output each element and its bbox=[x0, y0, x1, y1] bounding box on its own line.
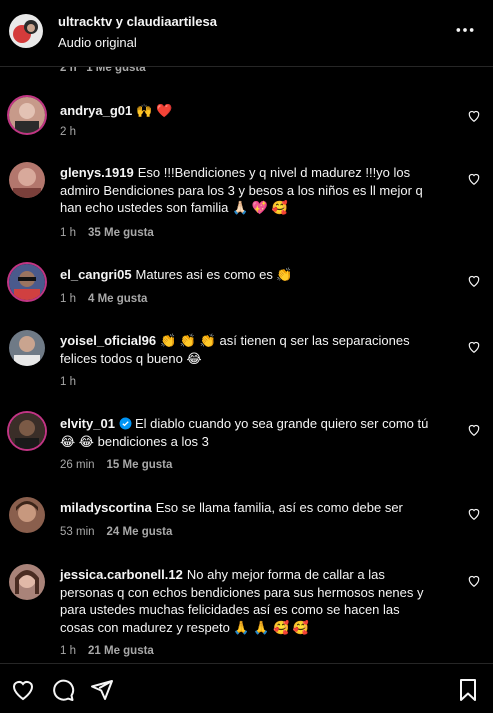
comment-time: 2 h bbox=[60, 126, 76, 138]
comment-text: andrya_g01 🙌 ❤️ bbox=[60, 102, 435, 120]
comment-username[interactable]: miladyscortina bbox=[60, 500, 152, 515]
avatar[interactable] bbox=[9, 497, 45, 533]
heart-icon[interactable] bbox=[467, 574, 481, 588]
comment-username[interactable]: glenys.1919 bbox=[60, 165, 134, 180]
avatar-image bbox=[9, 564, 45, 600]
action-bar bbox=[0, 663, 493, 713]
comment-text: glenys.1919 Eso !!!Bendiciones y q nivel … bbox=[60, 164, 435, 217]
avatar-image bbox=[9, 264, 45, 300]
comment-username[interactable]: elvity_01 bbox=[60, 416, 115, 431]
avatar-image bbox=[9, 97, 45, 133]
comment-time: 26 min bbox=[60, 459, 95, 471]
comment-text: yoisel_oficial96 👏 👏 👏 así tienen q ser l… bbox=[60, 332, 435, 367]
comment-time: 1 h bbox=[60, 293, 76, 305]
comment-text: elvity_01 El diablo cuando yo sea grande … bbox=[60, 415, 435, 450]
comment-time: 1 h bbox=[60, 376, 76, 388]
avatar-image bbox=[9, 162, 45, 198]
avatar[interactable] bbox=[9, 330, 45, 366]
avatar[interactable] bbox=[9, 97, 45, 133]
comment-body: Matures asi es como es 👏 bbox=[135, 267, 293, 282]
heart-icon[interactable] bbox=[467, 274, 481, 288]
avatar[interactable] bbox=[9, 564, 45, 600]
avatar[interactable] bbox=[9, 162, 45, 198]
comment-text: miladyscortina Eso se llama familia, así … bbox=[60, 499, 435, 517]
bookmark-icon[interactable] bbox=[456, 678, 480, 702]
comment-time: 1 h bbox=[60, 645, 76, 657]
comment-time: 53 min bbox=[60, 526, 95, 538]
comment-username[interactable]: andrya_g01 bbox=[60, 103, 132, 118]
share-icon[interactable] bbox=[90, 678, 114, 702]
avatar[interactable] bbox=[9, 413, 45, 449]
comment-username[interactable]: jessica.carbonell.12 bbox=[60, 567, 183, 582]
avatar-image bbox=[9, 497, 45, 533]
heart-icon[interactable] bbox=[467, 109, 481, 123]
comment-likes[interactable]: 4 Me gusta bbox=[88, 293, 147, 305]
post-header: ultracktv y claudiaartilesa Audio origin… bbox=[0, 0, 493, 67]
comment-likes[interactable]: 15 Me gusta bbox=[107, 459, 173, 471]
comment-meta: 1 h bbox=[60, 376, 76, 388]
comment-body: El diablo cuando yo sea grande quiero se… bbox=[60, 416, 429, 449]
comment-meta: 1 h 4 Me gusta bbox=[60, 293, 147, 305]
comments-list[interactable]: 2 h 1 Me gusta andrya_g01 🙌 ❤️ 2 h glenys… bbox=[0, 0, 493, 663]
comment-text: el_cangri05 Matures asi es como es 👏 bbox=[60, 266, 435, 284]
comment-likes[interactable]: 21 Me gusta bbox=[88, 645, 154, 657]
comment-text: jessica.carbonell.12 No ahy mejor forma d… bbox=[60, 566, 435, 636]
heart-icon[interactable] bbox=[467, 340, 481, 354]
comment-meta: 53 min 24 Me gusta bbox=[60, 526, 172, 538]
comment-meta: 1 h 21 Me gusta bbox=[60, 645, 154, 657]
comment-username[interactable]: yoisel_oficial96 bbox=[60, 333, 156, 348]
avatar-image bbox=[9, 14, 43, 48]
comment-username[interactable]: el_cangri05 bbox=[60, 267, 132, 282]
heart-icon[interactable] bbox=[467, 423, 481, 437]
avatar[interactable] bbox=[9, 264, 45, 300]
avatar-image bbox=[9, 330, 45, 366]
heart-icon[interactable] bbox=[11, 678, 35, 702]
more-icon[interactable] bbox=[455, 22, 475, 38]
avatar-image bbox=[9, 413, 45, 449]
comment-body: 🙌 ❤️ bbox=[136, 103, 173, 118]
comment-likes[interactable]: 35 Me gusta bbox=[88, 227, 154, 239]
heart-icon[interactable] bbox=[467, 507, 481, 521]
comment-meta: 2 h bbox=[60, 126, 76, 138]
comment-time: 1 h bbox=[60, 227, 76, 239]
post-authors[interactable]: ultracktv y claudiaartilesa bbox=[58, 14, 217, 29]
audio-label[interactable]: Audio original bbox=[58, 35, 137, 50]
verified-icon bbox=[119, 417, 132, 430]
comment-icon[interactable] bbox=[51, 678, 75, 702]
comment-likes[interactable]: 24 Me gusta bbox=[107, 526, 173, 538]
comment-meta: 1 h 35 Me gusta bbox=[60, 227, 154, 239]
heart-icon[interactable] bbox=[467, 172, 481, 186]
author-avatar[interactable] bbox=[9, 14, 43, 48]
comment-body: Eso se llama familia, así es como debe s… bbox=[155, 500, 403, 515]
comment-meta: 26 min 15 Me gusta bbox=[60, 459, 172, 471]
